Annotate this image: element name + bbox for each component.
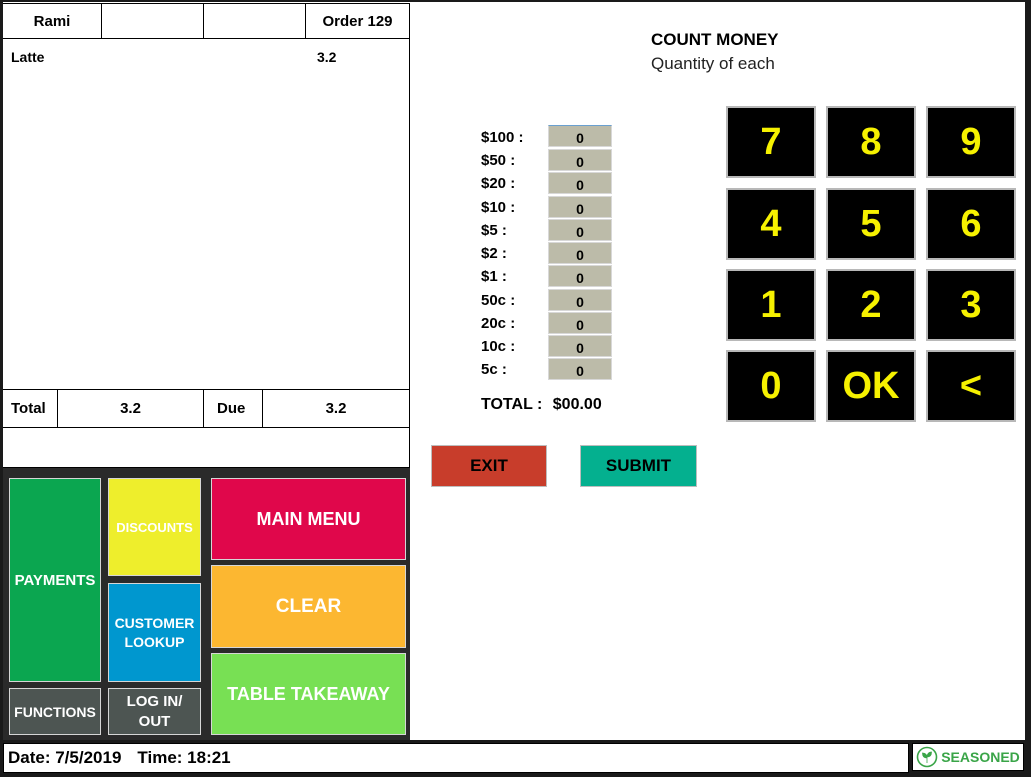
functions-button[interactable]: FUNCTIONS — [9, 688, 101, 735]
quantity-field-10c[interactable]: 0 — [548, 335, 612, 357]
denomination-label: 5c : — [481, 361, 507, 378]
keypad-6[interactable]: 6 — [926, 188, 1016, 260]
denomination-label: 10c : — [481, 338, 516, 355]
keypad-3[interactable]: 3 — [926, 269, 1016, 341]
denomination-label: 50c : — [481, 292, 516, 309]
quantity-field-20c[interactable]: 0 — [548, 312, 612, 334]
keypad-8[interactable]: 8 — [826, 106, 916, 178]
quantity-field-50c[interactable]: 0 — [548, 289, 612, 311]
quantity-field-2[interactable]: 0 — [548, 242, 612, 264]
time-text: Time: 18:21 — [137, 748, 231, 767]
order-number: Order 129 — [306, 3, 410, 39]
quantity-field-1[interactable]: 0 — [548, 265, 612, 287]
user-name: Rami — [3, 3, 102, 39]
count-total-label: TOTAL : — [481, 396, 543, 413]
denomination-label: $5 : — [481, 222, 507, 239]
keypad-1[interactable]: 1 — [726, 269, 816, 341]
date-text: Date: 7/5/2019 — [8, 748, 122, 767]
count-total-value: $00.00 — [552, 396, 602, 413]
quantity-field-5[interactable]: 0 — [548, 219, 612, 241]
keypad-0[interactable]: 0 — [726, 350, 816, 422]
quantity-field-5c[interactable]: 0 — [548, 358, 612, 380]
brand-logo: SEASONED — [912, 743, 1024, 771]
header-cell-3 — [204, 3, 306, 39]
keypad-backspace-button[interactable]: < — [926, 350, 1016, 422]
keypad-9[interactable]: 9 — [926, 106, 1016, 178]
keypad-ok-button[interactable]: OK — [826, 350, 916, 422]
due-label: Due — [204, 390, 263, 428]
keypad-4[interactable]: 4 — [726, 188, 816, 260]
quantity-field-20[interactable]: 0 — [548, 172, 612, 194]
denomination-label: $2 : — [481, 245, 507, 262]
logo-text: SEASONED — [941, 749, 1020, 765]
denomination-label: $1 : — [481, 268, 507, 285]
due-value: 3.2 — [263, 390, 410, 428]
list-item[interactable]: Latte 3.2 — [11, 49, 401, 65]
quantity-field-100[interactable]: 0 — [548, 125, 612, 147]
window-frame-top — [0, 0, 1031, 2]
count-total: TOTAL : $00.00 — [481, 396, 602, 414]
item-name: Latte — [11, 49, 45, 65]
total-value: 3.2 — [58, 390, 204, 428]
payments-button[interactable]: PAYMENTS — [9, 478, 101, 682]
quantity-field-50[interactable]: 0 — [548, 149, 612, 171]
login-out-button[interactable]: LOG IN/ OUT — [108, 688, 201, 735]
exit-button[interactable]: EXIT — [431, 445, 547, 487]
table-takeaway-button[interactable]: TABLE TAKEAWAY — [211, 653, 406, 735]
keypad-5[interactable]: 5 — [826, 188, 916, 260]
denomination-label: $10 : — [481, 199, 516, 216]
denomination-label: $100 : — [481, 129, 524, 146]
customer-lookup-button[interactable]: CUSTOMER LOOKUP — [108, 583, 201, 682]
denomination-label: $20 : — [481, 175, 516, 192]
quantity-field-10[interactable]: 0 — [548, 196, 612, 218]
leaf-icon — [916, 746, 938, 768]
action-button-panel: PAYMENTS FUNCTIONS DISCOUNTS CUSTOMER LO… — [3, 468, 410, 740]
clear-button[interactable]: CLEAR — [211, 565, 406, 648]
submit-button[interactable]: SUBMIT — [580, 445, 697, 487]
discounts-button[interactable]: DISCOUNTS — [108, 478, 201, 576]
header-cell-2 — [102, 3, 204, 39]
order-item-list: Latte 3.2 — [3, 39, 410, 390]
keypad-7[interactable]: 7 — [726, 106, 816, 178]
window-frame-right — [1025, 0, 1031, 777]
item-price: 3.2 — [317, 49, 337, 65]
count-money-subtitle: Quantity of each — [651, 54, 775, 73]
denomination-label: $50 : — [481, 152, 516, 169]
count-money-title: COUNT MONEY — [651, 30, 779, 49]
total-label: Total — [3, 390, 58, 428]
denomination-label: 20c : — [481, 315, 516, 332]
keypad-2[interactable]: 2 — [826, 269, 916, 341]
message-row — [3, 428, 410, 468]
main-menu-button[interactable]: MAIN MENU — [211, 478, 406, 560]
date-time-display: Date: 7/5/2019 Time: 18:21 — [3, 743, 909, 773]
